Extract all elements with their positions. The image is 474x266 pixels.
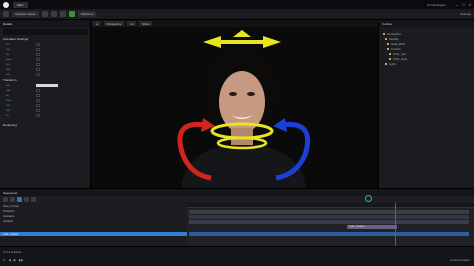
- close-icon[interactable]: ×: [469, 2, 471, 7]
- track-row-selected[interactable]: neck_rotation: [0, 232, 187, 236]
- property-row: ▪▪▪▪: [6, 103, 88, 107]
- project-tab[interactable]: Main: [13, 1, 28, 8]
- body-shape: [181, 145, 306, 188]
- details-title: Details: [3, 22, 13, 26]
- section-animation[interactable]: Animation Settings: [3, 37, 28, 41]
- app-label: Unreal Engine: [426, 2, 446, 7]
- outliner-title: Outliner: [382, 22, 393, 26]
- outliner-item[interactable]: Controls: [387, 47, 401, 51]
- add-track-icon[interactable]: [3, 197, 8, 202]
- level-viewport[interactable]: ≡ Perspective Lit Show: [91, 20, 378, 188]
- status-bar: 3 of 4 selected ⏮ ◀ ▶ ▶▶ Content Drawer: [0, 246, 474, 266]
- details-panel: Details Animation Settings ▪▪▪▪ ▪▪▪▪▪ ▪▪…: [0, 20, 91, 188]
- outliner-item[interactable]: Lights: [385, 62, 396, 66]
- property-row: ▪▪▪▪: [6, 42, 88, 46]
- sequencer-title: Sequencer: [3, 190, 18, 195]
- outliner-panel: Outliner Atmosphere FaceRig Head_Mesh Co…: [378, 20, 474, 188]
- checkbox[interactable]: [36, 93, 40, 97]
- property-row: ▪▪▪▪▪: [6, 47, 88, 51]
- outliner-item[interactable]: CTRL_Neck: [389, 57, 407, 61]
- track-row[interactable]: Controls: [0, 219, 187, 223]
- property-row: ▪▪▪▪▪▪: [6, 57, 88, 61]
- settings-button[interactable]: Settings: [460, 12, 471, 16]
- timeline-area[interactable]: neck_rotation: [187, 195, 474, 246]
- checkbox[interactable]: [36, 72, 40, 76]
- track-row[interactable]: Transform: [0, 209, 187, 213]
- content-drawer-button[interactable]: Content Drawer: [450, 258, 470, 262]
- property-row: ▪▪▪▪▪▪: [6, 98, 88, 102]
- playback-controls: ⏮ ◀ ▶ ▶▶: [3, 258, 23, 262]
- timeline-clip[interactable]: [189, 210, 469, 214]
- checkbox[interactable]: [36, 47, 40, 51]
- play-icon[interactable]: [68, 11, 75, 17]
- details-search-input[interactable]: [3, 29, 88, 35]
- outliner-item[interactable]: Head_Mesh: [387, 42, 405, 46]
- checkbox[interactable]: [36, 113, 40, 117]
- property-row: ▪▪▪▪▪: [6, 67, 88, 71]
- blueprint-icon[interactable]: [50, 11, 57, 17]
- outliner-item[interactable]: CTRL_Jaw: [389, 52, 406, 56]
- key-icon[interactable]: [17, 197, 22, 202]
- cinematics-icon[interactable]: [59, 11, 66, 17]
- keyframe-marker-icon[interactable]: [365, 195, 372, 202]
- selection-count: 3 of 4 selected: [3, 250, 22, 254]
- unreal-logo-icon: [3, 1, 9, 8]
- property-row: ▪▪▪▪▪: [6, 108, 88, 112]
- timeline-clip[interactable]: [189, 215, 469, 219]
- sequencer-toolbar: [0, 196, 474, 203]
- property-row: ▪▪▪▪: [6, 62, 88, 66]
- checkbox[interactable]: [36, 108, 40, 112]
- checkbox[interactable]: [36, 42, 40, 46]
- checkbox[interactable]: [36, 103, 40, 107]
- save-icon[interactable]: [3, 11, 9, 17]
- add-icon[interactable]: [41, 11, 48, 17]
- mode-dropdown[interactable]: Selection Mode: [12, 11, 39, 17]
- section-transform[interactable]: Transform: [3, 78, 17, 82]
- checkbox[interactable]: [36, 62, 40, 66]
- maximize-icon[interactable]: □: [462, 2, 464, 7]
- checkbox[interactable]: [36, 67, 40, 71]
- timeline-clip-labeled[interactable]: neck_rotation: [347, 225, 397, 229]
- play-icon[interactable]: ▶: [14, 258, 16, 262]
- head-control-up-arrow[interactable]: [233, 30, 251, 37]
- snap-icon[interactable]: [24, 197, 29, 202]
- next-frame-icon[interactable]: ▶▶: [19, 258, 23, 262]
- property-row: ▪▪▪▪: [6, 72, 88, 76]
- property-row: ▪▪▪▪▪: [6, 88, 88, 92]
- checkbox[interactable]: [36, 88, 40, 92]
- track-list: Face_Control Transform Animation Control…: [0, 203, 187, 246]
- platforms-dropdown[interactable]: Platforms: [77, 11, 97, 17]
- checkbox[interactable]: [36, 98, 40, 102]
- section-rendering[interactable]: Rendering: [3, 123, 17, 127]
- sequencer-header: Sequencer: [0, 188, 474, 196]
- playhead[interactable]: [395, 203, 396, 246]
- filter-icon[interactable]: [10, 197, 15, 202]
- property-row: ▪▪▪: [6, 113, 88, 117]
- loop-icon[interactable]: [31, 197, 36, 202]
- property-row: ▪▪▪▪: [6, 83, 88, 87]
- prev-frame-icon[interactable]: ◀: [9, 258, 11, 262]
- value-field[interactable]: [36, 83, 58, 87]
- outliner-item[interactable]: Atmosphere: [383, 32, 401, 36]
- track-row[interactable]: Animation: [0, 214, 187, 218]
- property-row: ▪▪▪: [6, 52, 88, 56]
- track-row[interactable]: Face_Control: [0, 204, 187, 208]
- title-bar: Main Unreal Engine – □ ×: [0, 0, 474, 9]
- property-row: ▪▪▪: [6, 93, 88, 97]
- timeline-ruler[interactable]: [187, 203, 474, 208]
- outliner-item[interactable]: FaceRig: [385, 37, 399, 41]
- main-toolbar: Selection Mode Platforms Settings: [0, 9, 474, 20]
- minimize-icon[interactable]: –: [456, 2, 458, 7]
- checkbox[interactable]: [36, 52, 40, 56]
- checkbox[interactable]: [36, 57, 40, 61]
- viewport-scene: [177, 30, 311, 188]
- timeline-clip-selected[interactable]: [189, 232, 469, 236]
- first-frame-icon[interactable]: ⏮: [3, 258, 6, 262]
- timeline-clip[interactable]: [189, 220, 469, 224]
